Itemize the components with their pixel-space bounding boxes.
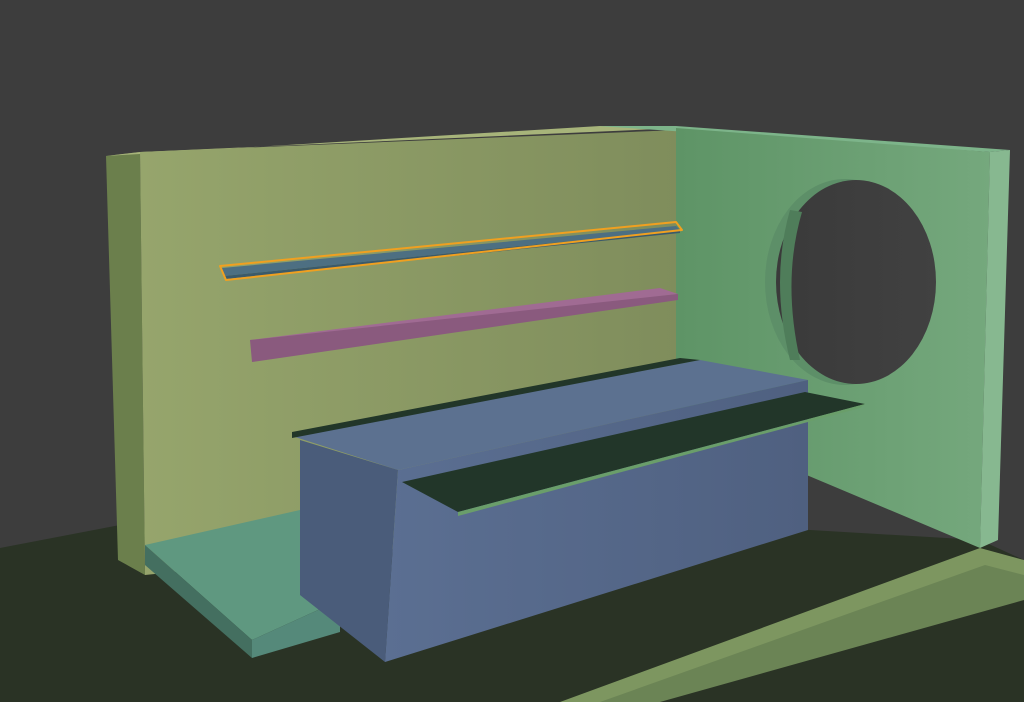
round-window-hole[interactable] (776, 180, 936, 384)
3d-viewport[interactable] (0, 0, 1024, 702)
scene-canvas[interactable] (0, 0, 1024, 702)
